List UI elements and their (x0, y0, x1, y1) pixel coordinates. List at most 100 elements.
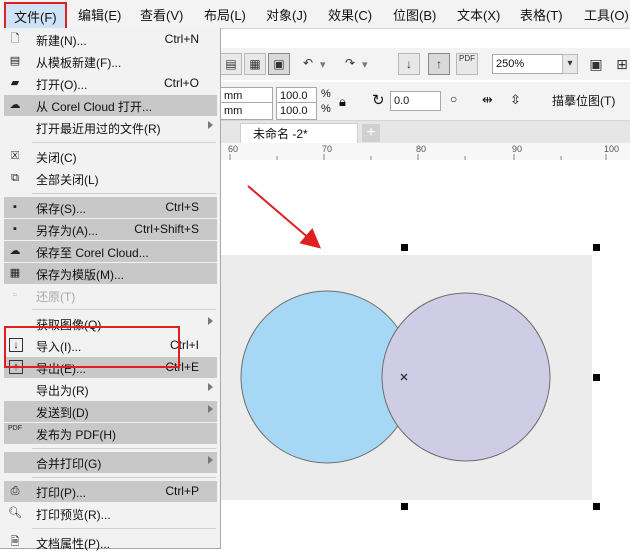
selection-handle-bottom[interactable] (401, 503, 408, 510)
menu-item-label: 保存至 Corel Cloud... (36, 246, 149, 260)
menu-item-label: 还原(T) (36, 290, 76, 304)
menu-item-label: 打印预览(R)... (36, 508, 111, 522)
cloud-download-icon: ☁ (9, 99, 21, 111)
open-folder-icon: ▰ (10, 77, 20, 89)
menu-item-label: 保存为模版(M)... (36, 268, 124, 282)
full-screen-icon[interactable]: ▣ (586, 54, 606, 74)
trace-bitmap-button[interactable]: 描摹位图(T) (552, 92, 615, 109)
menu-item-label: 文档属性(P)... (36, 537, 110, 551)
property-bar: mm mm 100.0 100.0 % % 🔒︎ ↻ 0.0 ○ ⇹ ⇳ 描摹位… (220, 82, 630, 121)
menu-item-print-preview[interactable]: 🔍︎ 打印预览(R)... (4, 503, 217, 524)
scale-y-percent: % (321, 103, 331, 115)
menu-item-export-as[interactable]: 导出为(R) (4, 379, 217, 400)
menu-bitmap[interactable]: 位图(B) (393, 5, 436, 24)
menu-item-new-from-template[interactable]: ▤ 从模板新建(F)... (4, 51, 217, 72)
rotation-value: 0.0 (394, 95, 410, 107)
menu-item-save[interactable]: ▪ 保存(S)... Ctrl+S (4, 197, 217, 218)
save-template-icon: ▦ (9, 267, 21, 279)
group-icon[interactable]: ▣ (268, 53, 290, 75)
undo-icon[interactable]: ↶ (298, 53, 318, 73)
menu-item-label: 打印(P)... (36, 486, 86, 500)
menu-item-label: 从模板新建(F)... (36, 56, 122, 70)
menu-item-save-cloud[interactable]: ☁ 保存至 Corel Cloud... (4, 241, 217, 262)
menu-item-shortcut: Ctrl+Shift+S (134, 222, 199, 236)
arrange-icon[interactable]: ▦ (244, 53, 266, 75)
menu-item-save-as[interactable]: ▪ 另存为(A)... Ctrl+Shift+S (4, 219, 217, 240)
cloud-upload-icon: ☁ (9, 245, 21, 257)
mirror-horizontal-icon[interactable]: ⇹ (482, 92, 493, 108)
add-tab-icon[interactable]: + (362, 124, 380, 142)
menu-separator (32, 142, 216, 143)
publish-pdf-icon[interactable]: PDF (456, 53, 478, 75)
close-document-icon: 🗵︎ (10, 150, 20, 162)
menu-tools[interactable]: 工具(O) (584, 5, 629, 24)
zoom-dropdown-icon[interactable]: ▾ (562, 54, 578, 74)
selection-handle-top-right[interactable] (593, 244, 600, 251)
snap-icon[interactable]: ⊞ (612, 54, 630, 74)
menu-item-document-properties[interactable]: 🗎︎ 文档属性(P)... (4, 532, 217, 553)
lock-ratio-icon[interactable]: 🔒︎ (339, 94, 346, 110)
menu-layout[interactable]: 布局(L) (204, 5, 246, 24)
menu-separator (32, 309, 216, 310)
menu-table[interactable]: 表格(T) (520, 5, 563, 24)
selection-handle-top[interactable] (401, 244, 408, 251)
horizontal-ruler[interactable]: 60 70 80 90 100 (220, 143, 630, 161)
menu-item-new[interactable]: 🗋︎ 新建(N)... Ctrl+N (4, 29, 217, 50)
redo-dropdown-icon[interactable]: ▾ (362, 58, 368, 71)
menu-separator (32, 528, 216, 529)
menu-text[interactable]: 文本(X) (457, 5, 500, 24)
menu-item-publish-pdf[interactable]: PDF 发布为 PDF(H) (4, 423, 217, 444)
menu-item-label: 合并打印(G) (36, 457, 102, 471)
menu-view[interactable]: 查看(V) (140, 5, 183, 24)
menu-object[interactable]: 对象(J) (266, 5, 307, 24)
rotate-icon[interactable]: ↻ (372, 91, 385, 109)
submenu-arrow-icon (208, 317, 213, 325)
circle-right[interactable] (381, 292, 551, 462)
annotation-arrow (247, 185, 322, 249)
rotation-field[interactable]: 0.0 (390, 91, 441, 111)
zoom-select[interactable]: 250% (492, 54, 571, 74)
menu-item-merge-print[interactable]: 合并打印(G) (4, 452, 217, 473)
menu-item-label: 保存(S)... (36, 202, 86, 216)
menu-file[interactable]: 文件(F) (4, 2, 67, 31)
import-toolbar-icon[interactable]: ↓ (398, 53, 420, 75)
scale-x-percent: % (321, 88, 331, 100)
menu-item-save-template[interactable]: ▦ 保存为模版(M)... (4, 263, 217, 284)
save-icon: ▪ (13, 201, 17, 213)
menu-item-label: 打开最近用过的文件(R) (36, 122, 161, 136)
annotation-highlight-box (4, 326, 180, 368)
undo-dropdown-icon[interactable]: ▾ (320, 58, 326, 71)
document-tab-title: 未命名 -2* (253, 127, 308, 141)
menu-item-open-cloud[interactable]: ☁ 从 Corel Cloud 打开... (4, 95, 217, 116)
menu-item-open-recent[interactable]: 打开最近用过的文件(R) (4, 117, 217, 138)
mirror-vertical-icon[interactable]: ⇳ (510, 92, 521, 108)
menu-item-send-to[interactable]: 发送到(D) (4, 401, 217, 422)
pdf-label: PDF (459, 54, 475, 63)
document-tab[interactable]: 未命名 -2* (240, 123, 358, 143)
menu-edit[interactable]: 编辑(E) (78, 5, 121, 24)
scale-y-value: 100.0 (280, 105, 308, 117)
menu-effects[interactable]: 效果(C) (328, 5, 372, 24)
height-field[interactable]: mm (220, 102, 273, 120)
align-icon[interactable]: ▤ (220, 53, 242, 75)
scale-y-field[interactable]: 100.0 (276, 102, 317, 120)
drawing-canvas[interactable] (220, 160, 630, 548)
rotation-degree-icon: ○ (450, 92, 458, 106)
selection-handle-right[interactable] (593, 374, 600, 381)
submenu-arrow-icon (208, 456, 213, 464)
menu-item-open[interactable]: ▰ 打开(O)... Ctrl+O (4, 73, 217, 94)
menu-item-label: 另存为(A)... (36, 224, 98, 238)
menu-item-print[interactable]: ⎙ 打印(P)... Ctrl+P (4, 481, 217, 502)
menu-item-close[interactable]: 🗵︎ 关闭(C) (4, 146, 217, 167)
redo-icon[interactable]: ↷ (340, 53, 360, 73)
menu-item-shortcut: Ctrl+N (164, 32, 199, 46)
menu-separator (32, 477, 216, 478)
menu-item-label: 打开(O)... (36, 78, 88, 92)
menu-item-close-all[interactable]: ⧉ 全部关闭(L) (4, 168, 217, 189)
menu-item-label: 从 Corel Cloud 打开... (36, 100, 153, 114)
export-toolbar-icon[interactable]: ↑ (428, 53, 450, 75)
height-unit: mm (224, 105, 243, 117)
menu-item-label: 导出为(R) (36, 384, 89, 398)
menu-item-label: 发布为 PDF(H) (36, 428, 116, 442)
selection-handle-bottom-right[interactable] (593, 503, 600, 510)
